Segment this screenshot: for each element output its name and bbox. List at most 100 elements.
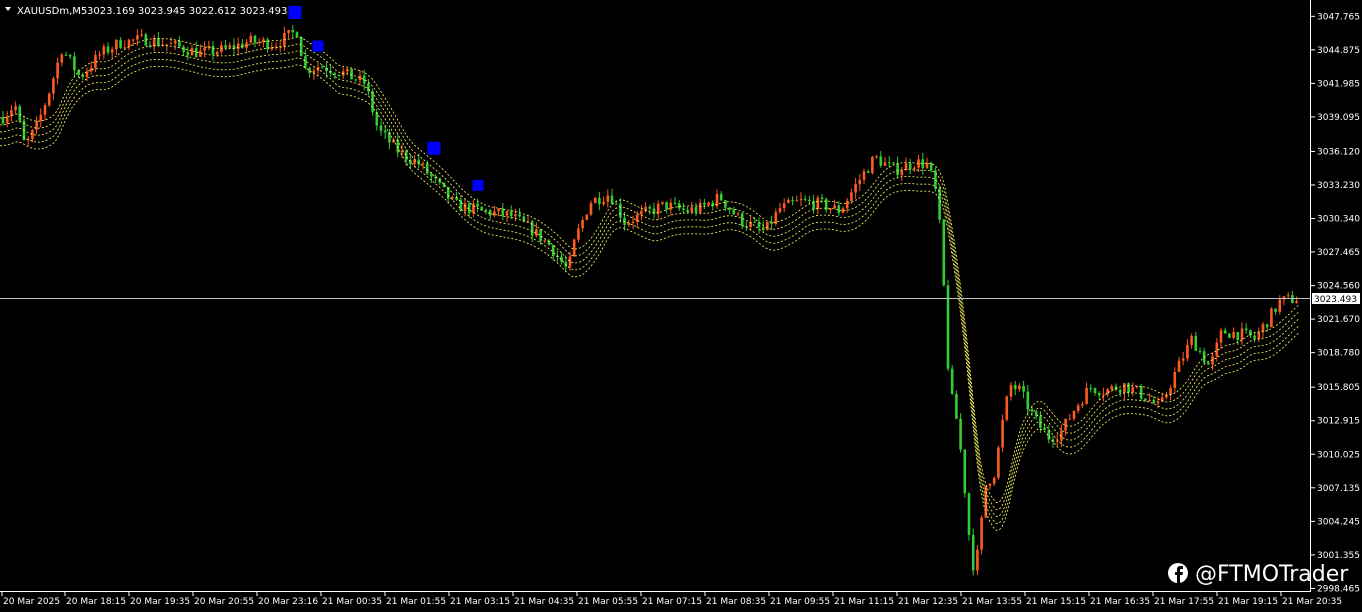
candle-body <box>1064 418 1067 431</box>
candle-body <box>1097 393 1101 396</box>
candle-body <box>795 200 799 202</box>
signal-marker[interactable] <box>427 141 441 155</box>
candle-body <box>43 105 47 115</box>
candle-body <box>1291 295 1294 303</box>
candle-body <box>845 200 849 209</box>
candle-body <box>375 112 379 126</box>
candle-body <box>761 227 765 230</box>
candle-body <box>295 32 299 37</box>
y-tick-label: 3030.340 <box>1317 215 1360 225</box>
current-price-label: 3023.493 <box>1314 295 1357 305</box>
x-tick-label: 21 Mar 20:35 <box>1282 597 1342 607</box>
candle-body <box>682 208 685 210</box>
x-tick-label: 21 Mar 16:35 <box>1090 597 1150 607</box>
candle-body <box>787 199 790 204</box>
x-tick-label: 21 Mar 07:15 <box>642 597 702 607</box>
candle-body <box>1018 385 1021 390</box>
candle-body <box>1240 328 1244 340</box>
candle-body <box>602 201 605 205</box>
candle-body <box>707 202 710 205</box>
candle-body <box>1076 405 1080 411</box>
candle-body <box>430 173 433 177</box>
x-tick-label: 21 Mar 08:35 <box>706 597 766 607</box>
candle-body <box>677 203 681 209</box>
y-tick-label: 3007.135 <box>1317 484 1360 494</box>
candle-body <box>400 150 404 153</box>
candle-body <box>98 54 101 56</box>
candle-body <box>883 162 887 166</box>
candle-body <box>908 163 912 170</box>
candle-body <box>686 209 689 212</box>
candle-body <box>992 477 996 484</box>
ohlc-readout: 3023.169 3023.945 3022.612 3023.493 <box>87 6 287 17</box>
signal-marker[interactable] <box>472 179 484 191</box>
candle-body <box>493 211 496 216</box>
candle-body <box>110 49 114 53</box>
candle-body <box>514 214 517 217</box>
candle-body <box>509 211 513 217</box>
y-tick-label: 3012.915 <box>1317 417 1360 427</box>
candle-body <box>959 418 962 450</box>
candle-body <box>950 368 954 394</box>
candle-body <box>354 79 358 81</box>
y-tick-label: 3024.560 <box>1317 282 1360 292</box>
candle-body <box>136 35 139 40</box>
x-tick-label: 20 Mar 19:35 <box>130 597 190 607</box>
candle-body <box>215 51 219 55</box>
candle-body <box>505 211 509 216</box>
candle-body <box>480 206 484 210</box>
candle-body <box>862 171 866 180</box>
candle-body <box>1102 394 1105 396</box>
y-tick-label: 3021.670 <box>1317 315 1360 325</box>
x-tick-label: 20 Mar 18:15 <box>66 597 126 607</box>
candle-body <box>1236 332 1240 340</box>
candle-body <box>1081 404 1084 406</box>
candle-body <box>1194 335 1198 351</box>
candle-body <box>484 209 488 211</box>
x-tick-label: 21 Mar 15:15 <box>1026 597 1086 607</box>
x-tick-label: 20 Mar 2025 <box>3 597 60 607</box>
candle-body <box>661 201 664 204</box>
candle-body <box>39 114 43 121</box>
candle-body <box>312 70 316 73</box>
price-chart[interactable]: 3047.765 3044.875 3041.985 3039.095 3036.120… <box>0 0 1362 612</box>
x-tick-label: 21 Mar 17:55 <box>1154 597 1214 607</box>
candle-body <box>703 202 706 205</box>
signal-marker[interactable] <box>288 5 302 19</box>
candle-body <box>190 48 194 56</box>
candle-body <box>249 35 253 43</box>
candle-body <box>887 162 891 164</box>
candle-body <box>287 30 290 34</box>
candle-body <box>253 35 257 43</box>
candle-body <box>833 205 836 209</box>
candle-body <box>539 229 542 242</box>
candle-body <box>669 202 673 210</box>
candle-body <box>14 106 17 111</box>
candle-body <box>816 197 820 210</box>
candle-body <box>1219 330 1223 343</box>
candle-body <box>497 208 500 212</box>
candle-body <box>1198 350 1202 352</box>
candle-body <box>224 45 227 48</box>
candle-body <box>535 229 538 236</box>
candle-body <box>123 47 127 49</box>
candle-body <box>665 201 668 210</box>
candle-body <box>1223 330 1227 334</box>
candle-body <box>1144 398 1147 401</box>
candle-body <box>304 56 307 68</box>
candle-body <box>199 50 202 57</box>
candle-body <box>631 221 635 224</box>
signal-marker[interactable] <box>312 40 324 52</box>
candle-body <box>1177 360 1181 372</box>
candle-body <box>1207 362 1210 365</box>
candle-body <box>1173 371 1177 389</box>
candle-body <box>47 93 51 106</box>
candle-body <box>1123 383 1126 393</box>
candle-body <box>955 393 958 419</box>
candle-body <box>694 207 698 213</box>
candle-body <box>1169 388 1172 395</box>
candle-body <box>808 199 811 202</box>
candle-body <box>543 240 547 242</box>
candle-body <box>1215 342 1219 357</box>
candle-body <box>194 48 198 57</box>
